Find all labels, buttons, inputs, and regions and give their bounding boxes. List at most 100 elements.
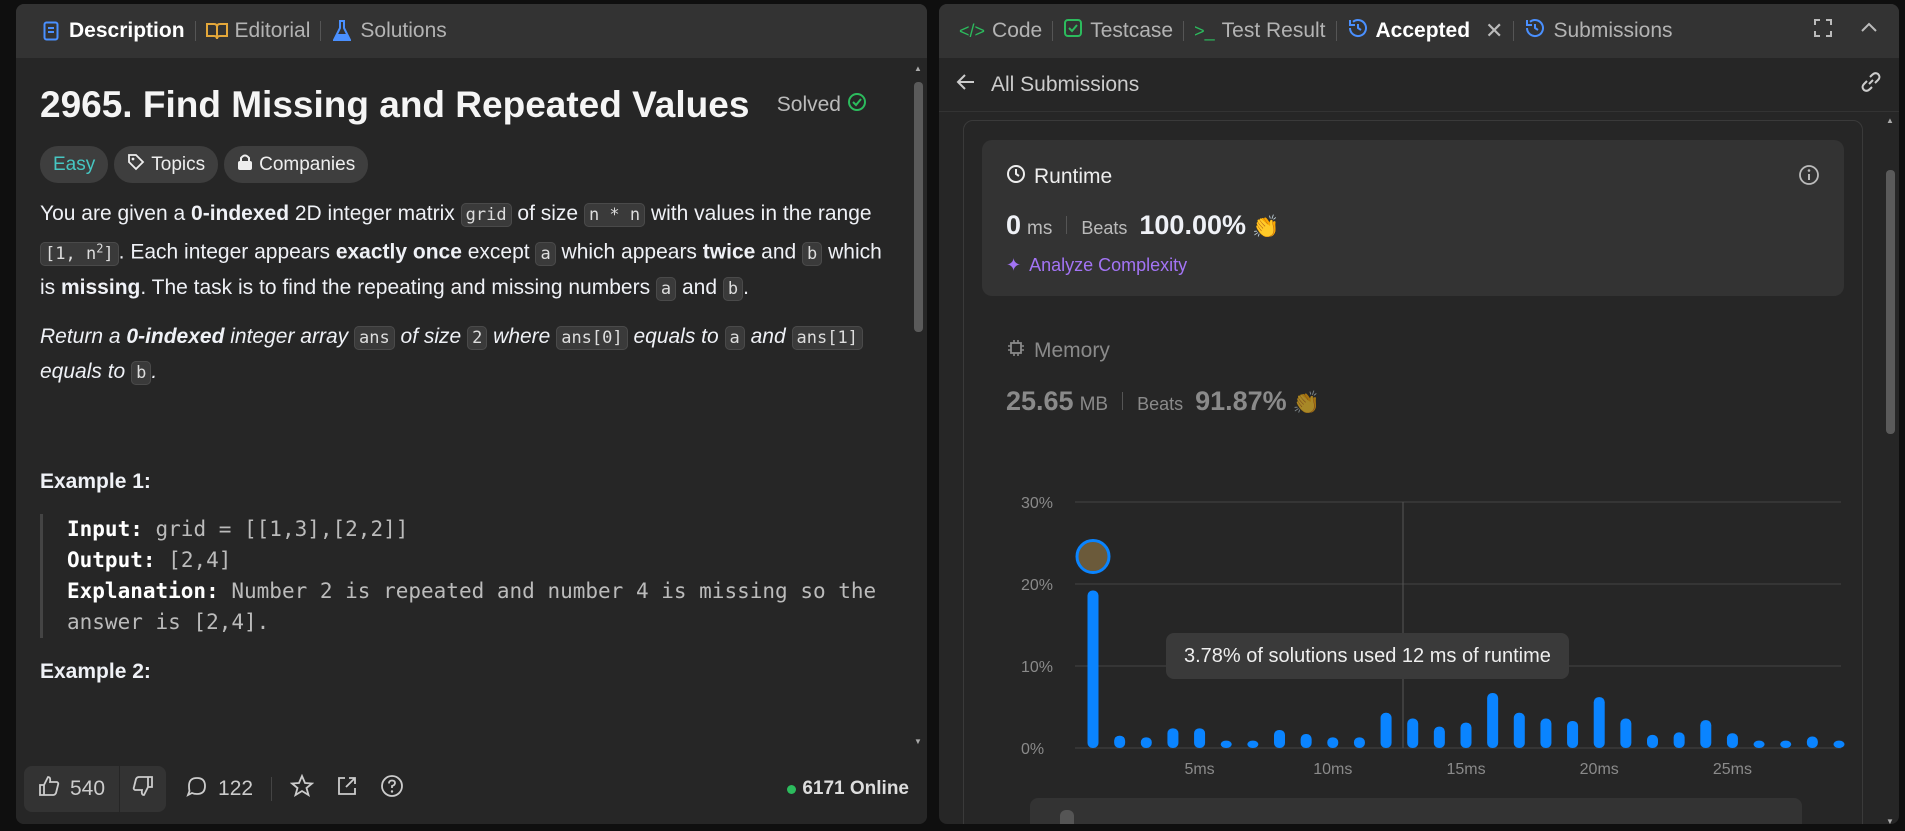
code-preview-card[interactable] <box>1030 798 1802 824</box>
star-icon[interactable] <box>289 773 315 804</box>
runtime-unit: ms <box>1027 218 1053 239</box>
user-avatar-marker <box>1075 539 1111 575</box>
chart-bar[interactable] <box>1513 712 1525 748</box>
tab-testcase[interactable]: Testcase <box>1053 4 1183 58</box>
tab-test-result[interactable]: >_ Test Result <box>1184 4 1335 58</box>
memory-header[interactable]: Memory <box>1006 338 1110 364</box>
chart-bar[interactable] <box>1300 734 1312 748</box>
right-tab-bar: </> Code Testcase >_ Test Result Accepte… <box>939 4 1899 58</box>
chart-bar[interactable] <box>1700 720 1712 748</box>
problem-description: 2965. Find Missing and Repeated Values S… <box>16 58 911 754</box>
difficulty-badge[interactable]: Easy <box>40 146 109 183</box>
chart-bar[interactable] <box>1274 729 1285 748</box>
chart-bar[interactable] <box>1673 732 1685 748</box>
left-tab-bar: Description Editorial Solutions <box>16 4 927 58</box>
chart-bar[interactable] <box>1833 740 1845 748</box>
checkbox-icon <box>1063 18 1083 44</box>
description-paragraph-1: You are given a 0-indexed 2D integer mat… <box>40 202 882 301</box>
scroll-up-arrow-icon[interactable]: ▲ <box>1886 116 1894 125</box>
fullscreen-icon[interactable] <box>1813 18 1833 44</box>
x-tick-label: 20ms <box>1580 761 1619 778</box>
chart-bar[interactable] <box>1487 693 1499 748</box>
chart-bar[interactable] <box>1353 737 1365 748</box>
chart-bar[interactable] <box>1380 712 1392 748</box>
online-count: 6171 Online <box>787 778 919 800</box>
scrollbar-thumb[interactable] <box>914 82 923 332</box>
help-icon[interactable] <box>380 774 404 804</box>
y-tick-label: 0% <box>1021 741 1044 758</box>
footer-divider <box>271 777 273 801</box>
runtime-beats-label: Beats <box>1081 218 1128 238</box>
runtime-card[interactable]: Runtime 0 ms Beats 100.00% 👏 ✦ Analyze C… <box>982 140 1844 296</box>
all-submissions-link[interactable]: All Submissions <box>991 73 1139 97</box>
scrollbar-thumb[interactable] <box>1886 170 1895 434</box>
comments-button[interactable]: 122 <box>186 775 253 803</box>
info-icon[interactable] <box>1798 164 1820 191</box>
tab-code[interactable]: </> Code <box>949 4 1052 58</box>
analyze-complexity-link[interactable]: ✦ Analyze Complexity <box>1006 255 1187 276</box>
chart-bar[interactable] <box>1593 697 1605 748</box>
chart-bar[interactable] <box>1433 726 1445 748</box>
check-circle-icon <box>847 92 867 118</box>
x-tick-label: 25ms <box>1713 761 1752 778</box>
share-icon[interactable] <box>336 775 358 803</box>
chart-bar[interactable] <box>1087 590 1099 748</box>
chart-bar[interactable] <box>1726 733 1738 748</box>
chart-bar[interactable] <box>1220 740 1232 748</box>
chart-bar[interactable] <box>1647 734 1658 748</box>
chart-bar[interactable] <box>1540 718 1552 748</box>
vote-group: 540 <box>24 766 167 812</box>
runtime-beats-value: 100.00% <box>1139 210 1246 240</box>
chart-bar[interactable] <box>1247 740 1259 748</box>
tab-solutions[interactable]: Solutions <box>321 4 456 58</box>
chip-icon <box>1006 338 1026 364</box>
tab-submissions[interactable]: Submissions <box>1514 4 1682 58</box>
chart-bar[interactable] <box>1620 718 1632 748</box>
scroll-down-arrow-icon[interactable]: ▼ <box>1886 817 1894 824</box>
submission-pane: </> Code Testcase >_ Test Result Accepte… <box>939 4 1899 824</box>
chart-bar[interactable] <box>1407 718 1419 748</box>
thumbs-down-icon <box>132 776 154 802</box>
tab-description[interactable]: Description <box>30 4 195 58</box>
chart-bar[interactable] <box>1194 728 1206 748</box>
description-scrollbar[interactable]: ▲ ▼ <box>911 64 925 746</box>
scroll-up-arrow-icon[interactable]: ▲ <box>914 64 922 73</box>
scroll-down-arrow-icon[interactable]: ▼ <box>914 737 922 746</box>
chart-bar[interactable] <box>1460 722 1472 748</box>
memory-stats: 25.65 MB Beats 91.87% 👏 <box>1006 386 1320 417</box>
chart-bar[interactable] <box>1114 735 1126 748</box>
link-icon[interactable] <box>1859 70 1883 100</box>
close-icon[interactable]: ✕ <box>1485 18 1503 44</box>
clap-hands-icon: 👏 <box>1251 214 1280 239</box>
back-arrow-icon[interactable] <box>955 71 977 99</box>
example-1-block: Input: grid = [[1,3],[2,2]] Output: [2,4… <box>40 513 887 638</box>
x-tick-label: 15ms <box>1446 761 1485 778</box>
problem-footer: 540 122 6171 Online <box>16 754 927 824</box>
x-tick-label: 5ms <box>1184 761 1214 778</box>
chart-bar[interactable] <box>1140 737 1152 748</box>
memory-unit: MB <box>1079 394 1109 415</box>
thumbs-up-icon <box>38 775 60 803</box>
chart-bar[interactable] <box>1753 740 1765 748</box>
tag-icon <box>127 153 145 177</box>
chart-bar[interactable] <box>1780 740 1792 748</box>
clap-hands-icon: 👏 <box>1292 390 1321 415</box>
dislike-button[interactable] <box>120 775 166 803</box>
like-button[interactable]: 540 <box>24 775 119 803</box>
submission-scrollbar[interactable]: ▲ ▼ <box>1883 116 1897 824</box>
companies-button[interactable]: Companies <box>224 146 369 183</box>
runtime-label: Runtime <box>1034 165 1113 188</box>
code-preview-scroll-thumb[interactable] <box>1060 810 1074 824</box>
tab-editorial[interactable]: Editorial <box>196 4 321 58</box>
tab-accepted[interactable]: Accepted ✕ <box>1337 4 1514 58</box>
y-tick-label: 30% <box>1021 495 1053 512</box>
chart-bar[interactable] <box>1167 728 1179 748</box>
chart-bar[interactable] <box>1806 736 1818 748</box>
topics-button[interactable]: Topics <box>114 146 219 183</box>
submissions-nav: All Submissions <box>939 58 1899 112</box>
description-paragraph-2: Return a 0-indexed integer array ans of … <box>40 320 887 390</box>
chart-bar[interactable] <box>1567 720 1579 748</box>
history-icon <box>1347 17 1369 45</box>
chevron-up-icon[interactable] <box>1859 18 1879 44</box>
chart-bar[interactable] <box>1327 737 1339 748</box>
